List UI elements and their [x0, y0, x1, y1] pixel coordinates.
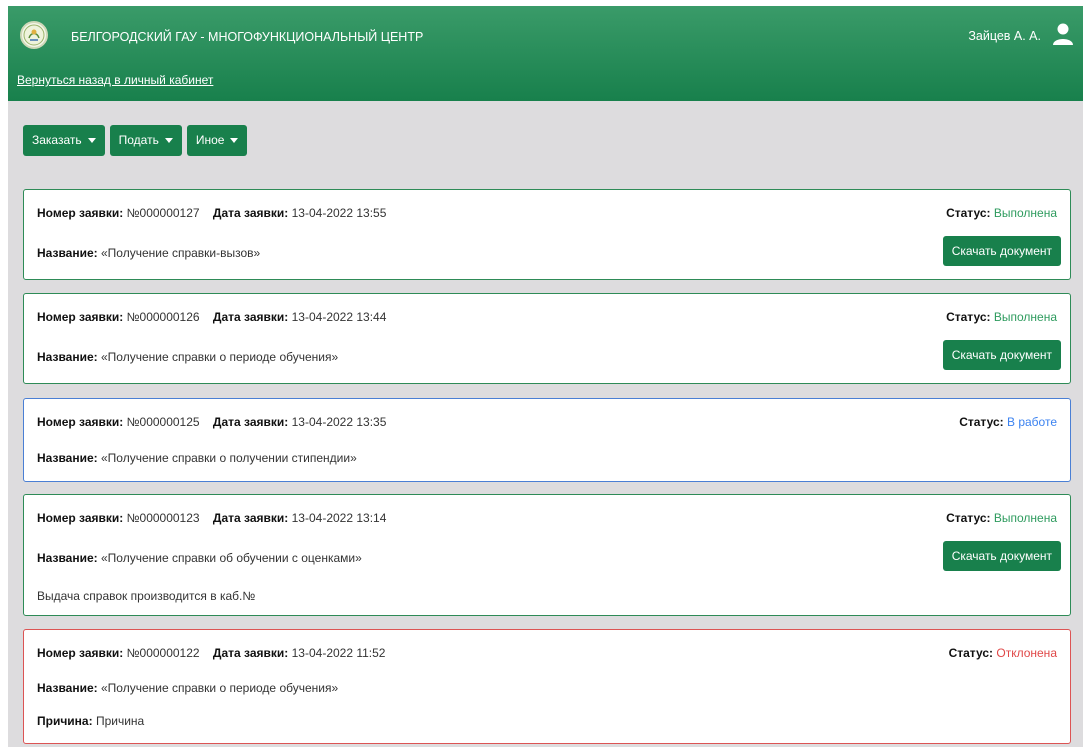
request-number: №000000127 [126, 206, 200, 220]
request-card: Номер заявки: №000000122 Дата заявки: 13… [23, 629, 1071, 744]
app-frame: БЕЛГОРОДСКИЙ ГАУ - МНОГОФУНКЦИОНАЛЬНЫЙ Ц… [8, 6, 1083, 747]
user-icon[interactable] [1053, 23, 1073, 45]
request-date: 13-04-2022 13:35 [291, 415, 387, 429]
status-badge: Отклонена [996, 646, 1057, 660]
action-toolbar: Заказать Подать Иное [23, 125, 248, 156]
request-card: Номер заявки: №000000126 Дата заявки: 13… [23, 293, 1071, 384]
request-title: Название: «Получение справки о периоде о… [37, 350, 339, 364]
request-title: Название: «Получение справки о периоде о… [37, 681, 339, 695]
submit-dropdown-button[interactable]: Подать [109, 125, 182, 156]
order-dropdown-button[interactable]: Заказать [23, 125, 105, 156]
request-status: Статус: Отклонена [948, 646, 1057, 660]
caret-down-icon [164, 138, 173, 143]
caret-down-icon [230, 138, 239, 143]
request-status: Статус: Выполнена [946, 511, 1057, 525]
request-status: Статус: Выполнена [946, 310, 1057, 324]
status-badge: Выполнена [993, 310, 1057, 324]
request-status: Статус: Выполнена [946, 206, 1057, 220]
status-badge: Выполнена [993, 511, 1057, 525]
request-meta: Номер заявки: №000000122 Дата заявки: 13… [37, 646, 386, 660]
download-document-button[interactable]: Скачать документ [942, 541, 1061, 571]
request-card: Номер заявки: №000000127 Дата заявки: 13… [23, 189, 1071, 280]
status-badge: В работе [1006, 415, 1057, 429]
request-date: 13-04-2022 13:14 [291, 511, 387, 525]
request-number: №000000125 [126, 415, 200, 429]
request-meta: Номер заявки: №000000127 Дата заявки: 13… [37, 206, 387, 220]
user-name[interactable]: Зайцев А. А. [968, 29, 1041, 43]
university-logo-icon[interactable] [20, 21, 48, 49]
download-document-button[interactable]: Скачать документ [942, 236, 1061, 266]
request-title: Название: «Получение справки об обучении… [37, 551, 362, 565]
other-dropdown-button[interactable]: Иное [186, 125, 248, 156]
app-header: БЕЛГОРОДСКИЙ ГАУ - МНОГОФУНКЦИОНАЛЬНЫЙ Ц… [8, 6, 1083, 101]
request-number: №000000122 [126, 646, 200, 660]
request-meta: Номер заявки: №000000126 Дата заявки: 13… [37, 310, 387, 324]
back-to-cabinet-link[interactable]: Вернуться назад в личный кабинет [17, 73, 213, 87]
request-card: Номер заявки: №000000125 Дата заявки: 13… [23, 398, 1071, 482]
request-date: 13-04-2022 13:44 [291, 310, 387, 324]
download-document-button[interactable]: Скачать документ [942, 340, 1061, 370]
request-date: 13-04-2022 11:52 [291, 646, 386, 660]
request-card: Номер заявки: №000000123 Дата заявки: 13… [23, 494, 1071, 616]
request-number: №000000123 [126, 511, 200, 525]
request-number: №000000126 [126, 310, 200, 324]
request-title: Название: «Получение справки-вызов» [37, 246, 261, 260]
request-title: Название: «Получение справки о получении… [37, 451, 357, 465]
request-date: 13-04-2022 13:55 [291, 206, 387, 220]
request-reason: Причина: Причина [37, 714, 145, 728]
request-meta: Номер заявки: №000000123 Дата заявки: 13… [37, 511, 387, 525]
request-status: Статус: В работе [959, 415, 1057, 429]
caret-down-icon [87, 138, 96, 143]
request-note: Выдача справок производится в каб.№ [37, 589, 256, 603]
request-meta: Номер заявки: №000000125 Дата заявки: 13… [37, 415, 387, 429]
status-badge: Выполнена [993, 206, 1057, 220]
brand-title: БЕЛГОРОДСКИЙ ГАУ - МНОГОФУНКЦИОНАЛЬНЫЙ Ц… [71, 30, 424, 44]
